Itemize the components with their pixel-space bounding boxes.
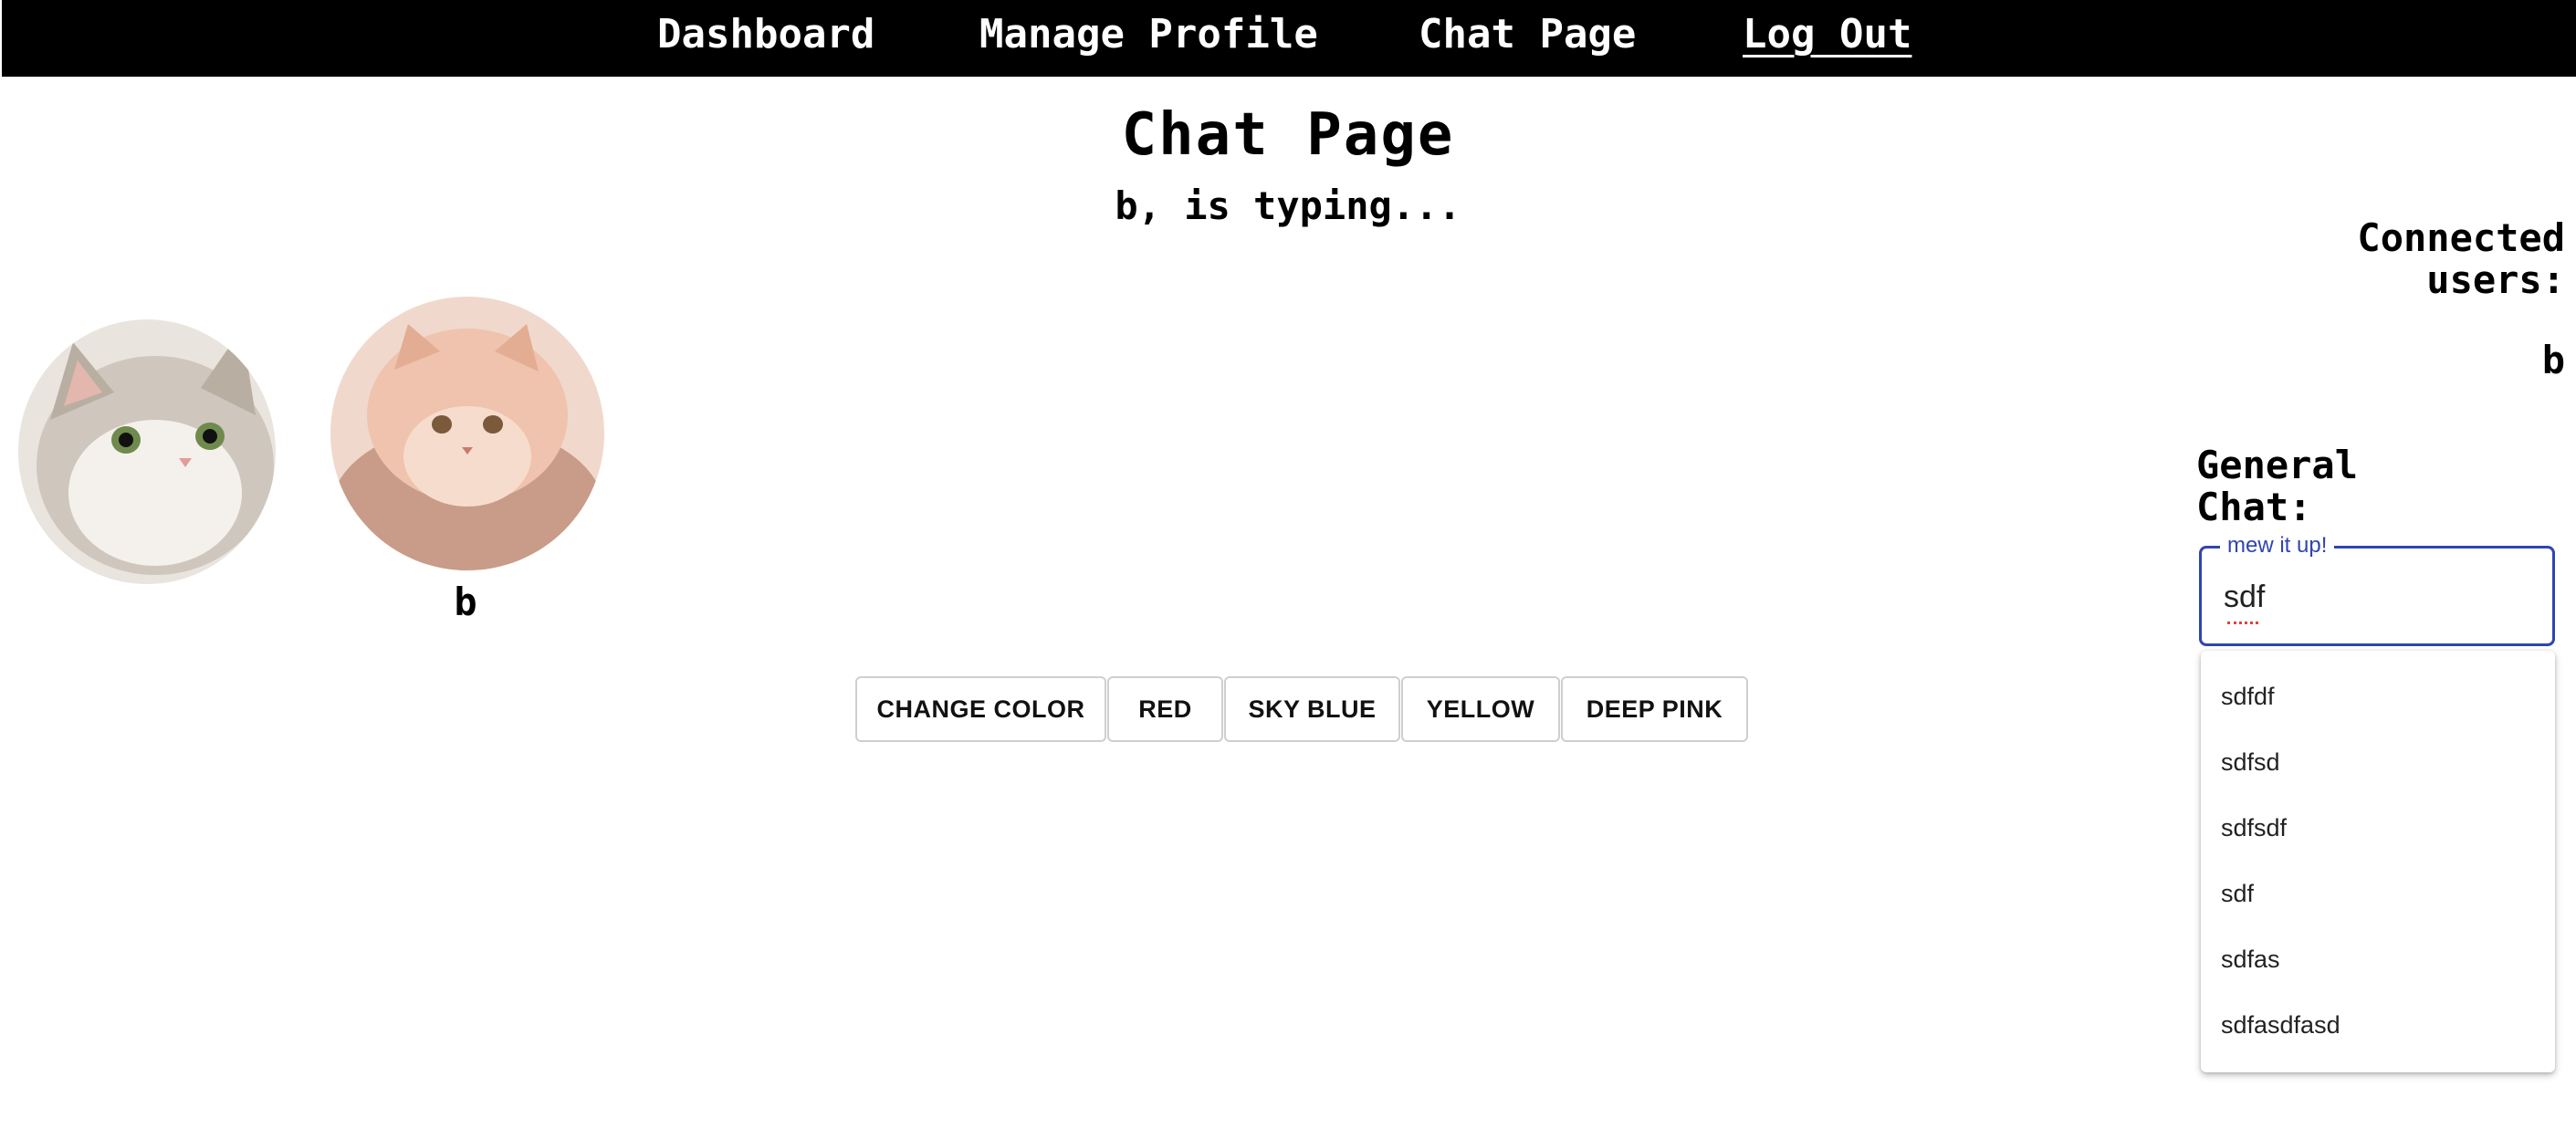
autocomplete-option[interactable]: sdfasdfasd: [2221, 1008, 2340, 1041]
orange-cat-avatar: [330, 297, 604, 570]
change-color-button[interactable]: CHANGE COLOR: [855, 676, 1106, 742]
typing-indicator: b, is typing...: [1115, 183, 1461, 228]
autocomplete-option[interactable]: sdfdf: [2221, 680, 2275, 713]
top-nav: Dashboard Manage Profile Chat Page Log O…: [2, 0, 2576, 77]
deep-pink-button[interactable]: DEEP PINK: [1561, 676, 1748, 742]
general-chat-heading: General Chat:: [2196, 443, 2359, 529]
nav-log-out[interactable]: Log Out: [1743, 9, 1911, 60]
autocomplete-option[interactable]: sdf: [2221, 877, 2254, 910]
nav-dashboard[interactable]: Dashboard: [657, 9, 874, 60]
connected-user-item: b: [2541, 338, 2565, 382]
red-button[interactable]: RED: [1107, 676, 1223, 742]
connected-users-heading: Connected users:: [2357, 215, 2565, 302]
autocomplete-option[interactable]: sdfas: [2221, 943, 2280, 976]
autocomplete-option[interactable]: sdfsdf: [2221, 811, 2287, 844]
sky-blue-button[interactable]: SKY BLUE: [1224, 676, 1400, 742]
spellcheck-underline: [2227, 618, 2258, 624]
chat-input-label: mew it up!: [2220, 530, 2335, 561]
autocomplete-dropdown: sdfdf sdfsd sdfsdf sdf sdfas sdfasdfasd: [2201, 651, 2555, 1072]
yellow-button[interactable]: YELLOW: [1401, 676, 1560, 742]
grey-cat-avatar: [18, 319, 276, 584]
avatar-username: b: [454, 580, 477, 624]
autocomplete-option[interactable]: sdfsd: [2221, 746, 2280, 778]
nav-manage-profile[interactable]: Manage Profile: [979, 9, 1318, 60]
nav-chat-page[interactable]: Chat Page: [1419, 9, 1636, 60]
chat-message-input[interactable]: [2224, 574, 2525, 620]
chat-input-box: mew it up!: [2199, 530, 2555, 646]
page-title: Chat Page: [1121, 101, 1455, 169]
